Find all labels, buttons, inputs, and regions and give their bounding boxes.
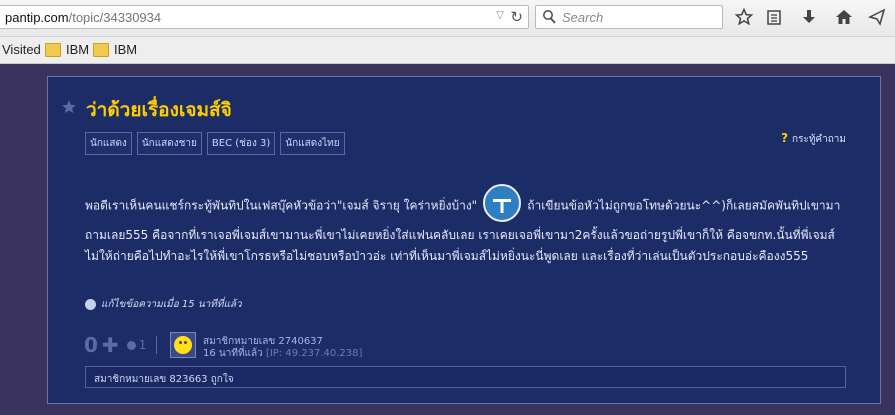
tag-item[interactable]: BEC (ช่อง 3): [206, 132, 276, 155]
folder-icon: [93, 42, 109, 57]
inline-emoticon-image: [483, 184, 522, 222]
topic-body: พอดีเราเห็นคนแชร์กระทู้พันทิปในเฟสบุ๊คหั…: [85, 184, 845, 267]
share-send-icon[interactable]: [866, 6, 888, 28]
topic-body-part-1: พอดีเราเห็นคนแชร์กระทู้พันทิปในเฟสบุ๊คหั…: [85, 198, 478, 213]
vote-plus-button[interactable]: ✚: [102, 333, 119, 357]
emotion-button[interactable]: 1: [126, 338, 147, 352]
post-ip: [IP: 49.237.40.238]: [265, 348, 363, 359]
reload-icon[interactable]: ↻: [510, 8, 523, 26]
folder-icon: [45, 42, 61, 57]
url-path: /topic/34330934: [68, 10, 162, 25]
bookmark-label: Visited: [2, 42, 41, 57]
question-topic-badge: ? กระทู้คำถาม: [781, 131, 846, 147]
home-icon[interactable]: [833, 6, 855, 28]
bookmark-label: IBM: [114, 42, 138, 57]
edit-note-text: แก้ไขข้อความเมื่อ 15 นาทีที่แล้ว: [101, 299, 242, 310]
smiley-avatar-icon: [174, 336, 192, 354]
post-time: 16 นาทีที่แล้ว: [203, 348, 263, 359]
tag-item[interactable]: นักแสดงไทย: [280, 132, 345, 155]
url-host: pantip.com: [5, 10, 69, 25]
browser-toolbar: pantip.com/topic/34330934 ▽ ↻ Search: [0, 0, 895, 37]
topic-title: ว่าด้วยเรื่องเจมส์จิ: [86, 99, 232, 121]
likes-bar: สมาชิกหมายเลข 823663 ถูกใจ: [85, 366, 846, 388]
search-placeholder: Search: [562, 10, 604, 25]
bookmark-label: IBM: [66, 42, 90, 57]
vote-row: 0 ✚ 1: [84, 333, 158, 357]
bookmarks-menu-icon[interactable]: [763, 6, 785, 28]
url-text: pantip.com/topic/34330934: [5, 10, 161, 25]
question-topic-label: กระทู้คำถาม: [792, 134, 846, 145]
likes-text[interactable]: สมาชิกหมายเลข 823663 ถูกใจ: [94, 372, 234, 387]
favorite-star-icon[interactable]: [61, 99, 77, 119]
tag-list: นักแสดง นักแสดงชาย BEC (ช่อง 3) นักแสดงไ…: [85, 132, 345, 155]
search-icon: [542, 9, 556, 29]
bookmark-star-icon[interactable]: [733, 6, 755, 28]
edit-note: แก้ไขข้อความเมื่อ 15 นาทีที่แล้ว: [85, 297, 242, 312]
bookmark-ibm-2[interactable]: IBM: [93, 42, 137, 57]
question-mark-icon: ?: [781, 131, 789, 145]
bookmark-ibm-1[interactable]: IBM: [45, 42, 89, 57]
author-avatar[interactable]: [170, 332, 196, 358]
url-bar[interactable]: pantip.com/topic/34330934 ▽ ↻: [0, 5, 529, 29]
emotion-count: 1: [138, 338, 147, 352]
post-meta: 16 นาทีที่แล้ว [IP: 49.237.40.238]: [203, 346, 362, 361]
tag-item[interactable]: นักแสดง: [85, 132, 132, 155]
edit-history-icon: [85, 299, 96, 310]
topic-card: ว่าด้วยเรื่องเจมส์จิ นักแสดง นักแสดงชาย …: [47, 76, 881, 404]
bookmark-visited[interactable]: Visited: [2, 42, 41, 57]
search-bar[interactable]: Search: [535, 5, 723, 29]
emotion-icon: [126, 340, 136, 350]
vote-count: 0: [84, 333, 98, 357]
bookmarks-bar: Visited IBM IBM: [0, 37, 895, 64]
download-icon[interactable]: [798, 6, 820, 28]
url-history-dropdown-icon[interactable]: ▽: [496, 10, 504, 21]
tag-item[interactable]: นักแสดงชาย: [136, 132, 202, 155]
divider: [156, 336, 158, 354]
